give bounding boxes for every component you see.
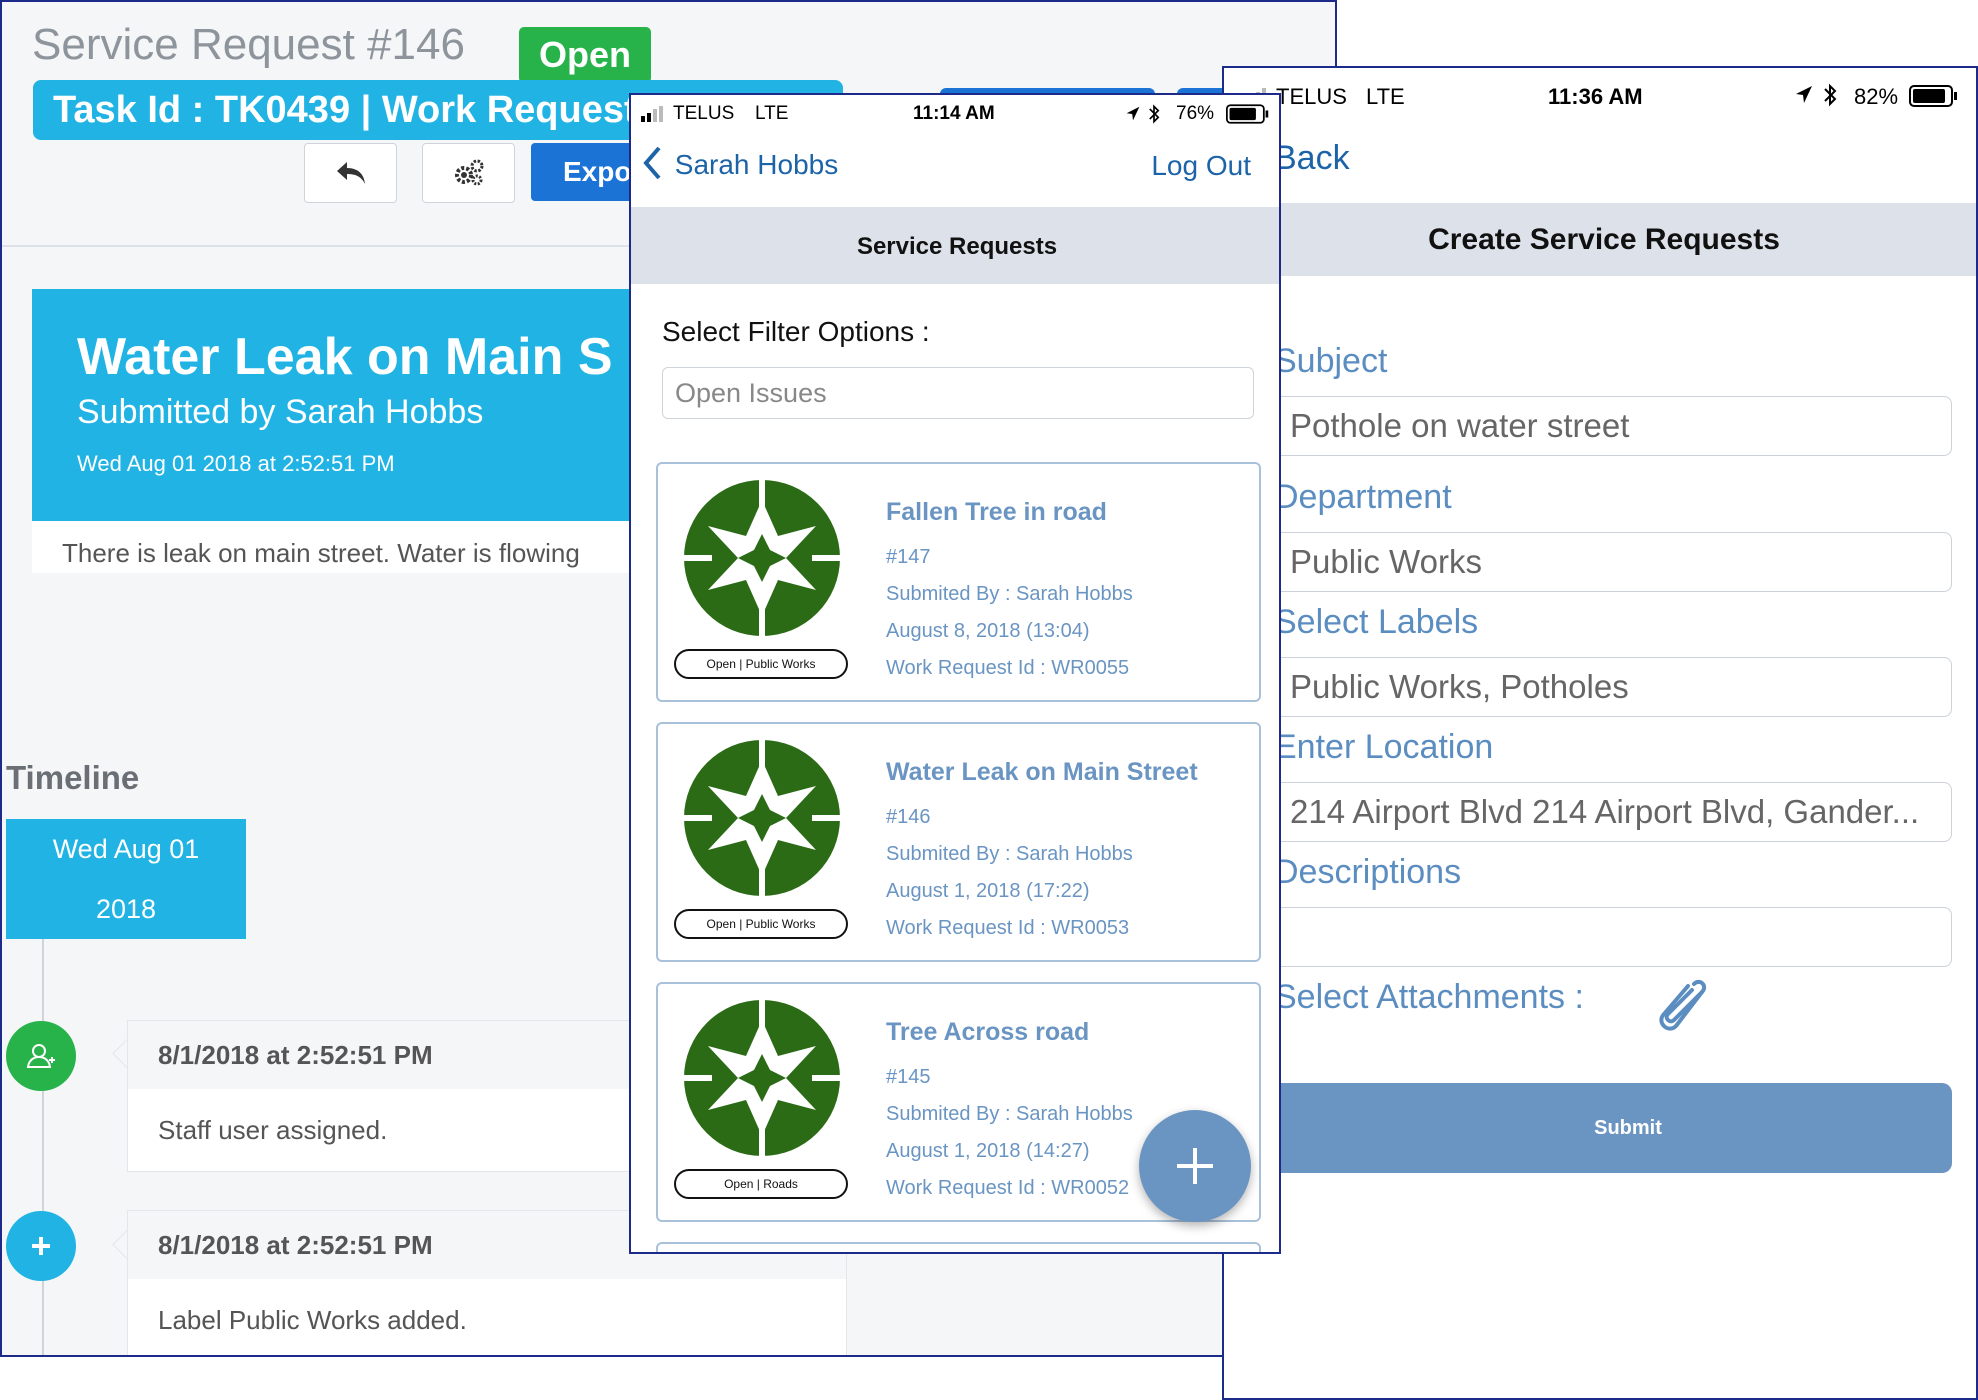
request-card[interactable]: Open | Public Works Fallen Tree in road … bbox=[656, 462, 1261, 702]
screen-title: Service Requests bbox=[856, 233, 1058, 260]
location-label: Enter Location bbox=[1274, 728, 1494, 766]
subject-label: Subject bbox=[1274, 342, 1388, 380]
request-date: August 1, 2018 (14:27) bbox=[886, 1140, 1090, 1162]
nav-title-bar: Create Service Requests bbox=[1224, 203, 1976, 276]
department-label: Department bbox=[1274, 478, 1452, 516]
request-number: #145 bbox=[886, 1066, 931, 1088]
request-submitter: Submitted by Sarah Hobbs bbox=[77, 393, 484, 431]
timeline-date-year: 2018 bbox=[95, 894, 157, 924]
phone-create-request: TELUS LTE 11:36 AM 82% Back Create Servi… bbox=[1222, 66, 1978, 1400]
back-button-label: Sarah Hobbs bbox=[674, 149, 839, 180]
request-description-text: There is leak on main street. Water is f… bbox=[62, 538, 580, 568]
request-card-partial[interactable] bbox=[656, 1242, 1261, 1252]
status-network: LTE bbox=[755, 103, 789, 124]
page-title: Service Request #146 bbox=[32, 20, 465, 69]
timeline-date: Wed Aug 01 2018 bbox=[6, 819, 246, 939]
request-submitter: Submited By : Sarah Hobbs bbox=[886, 1103, 1133, 1125]
back-button[interactable]: Back bbox=[1274, 139, 1350, 178]
submit-button[interactable]: Submit bbox=[1244, 1083, 1952, 1173]
bluetooth-icon bbox=[1824, 83, 1837, 107]
request-card[interactable]: Open | Public Works Water Leak on Main S… bbox=[656, 722, 1261, 962]
back-button[interactable]: Sarah Hobbs bbox=[643, 146, 838, 181]
timeline-date-day: Wed Aug 01 bbox=[52, 834, 200, 864]
request-work-id: Work Request Id : WR0053 bbox=[886, 917, 1130, 939]
chevron-left-icon bbox=[643, 146, 661, 180]
request-date: Wed Aug 01 2018 at 2:52:51 PM bbox=[77, 451, 395, 476]
labels-field[interactable]: Public Works, Potholes bbox=[1244, 657, 1952, 717]
request-title: Water Leak on Main Street bbox=[886, 758, 1198, 786]
plus-icon bbox=[6, 1211, 76, 1281]
status-carrier: TELUS bbox=[673, 103, 735, 124]
request-title: Tree Across road bbox=[886, 1018, 1090, 1046]
request-tag: Open | Public Works bbox=[674, 909, 848, 939]
timeline-entry-text: Label Public Works added. bbox=[158, 1305, 467, 1335]
logout-button[interactable]: Log Out bbox=[1151, 150, 1251, 182]
reply-icon bbox=[336, 162, 365, 184]
request-date: August 8, 2018 (13:04) bbox=[886, 620, 1090, 642]
location-field[interactable]: 214 Airport Blvd 214 Airport Blvd, Gande… bbox=[1244, 782, 1952, 842]
status-battery: 82% bbox=[1854, 84, 1899, 109]
status-carrier: TELUS bbox=[1276, 84, 1347, 109]
request-title: Water Leak on Main S bbox=[77, 328, 613, 386]
request-logo-icon bbox=[684, 480, 840, 636]
reply-button[interactable] bbox=[304, 143, 397, 203]
plus-icon bbox=[1177, 1148, 1213, 1184]
timeline-heading: Timeline bbox=[6, 759, 140, 796]
status-badge: Open bbox=[519, 27, 652, 83]
status-battery: 76% bbox=[1176, 103, 1215, 124]
location-icon bbox=[1796, 86, 1812, 103]
signal-icon bbox=[641, 106, 663, 122]
nav-title-bar: Service Requests bbox=[631, 207, 1279, 284]
request-submitter: Submited By : Sarah Hobbs bbox=[886, 583, 1133, 605]
labels-label: Select Labels bbox=[1274, 603, 1479, 641]
status-time: 11:14 AM bbox=[913, 103, 995, 124]
bluetooth-icon bbox=[1149, 104, 1160, 124]
filter-select[interactable]: Open Issues bbox=[662, 367, 1254, 419]
user-add-icon bbox=[6, 1021, 76, 1091]
descriptions-label: Descriptions bbox=[1274, 853, 1462, 891]
filter-label: Select Filter Options : bbox=[662, 316, 930, 347]
timeline-line bbox=[42, 939, 44, 1355]
gears-icon bbox=[454, 159, 483, 186]
request-tag: Open | Roads bbox=[674, 1169, 848, 1199]
paperclip-icon[interactable] bbox=[1654, 976, 1708, 1034]
phone-service-requests: TELUS LTE 11:14 AM 76% Sarah Hobbs Log O… bbox=[629, 93, 1281, 1254]
request-tag: Open | Public Works bbox=[674, 649, 848, 679]
descriptions-field[interactable] bbox=[1244, 907, 1952, 967]
request-title: Fallen Tree in road bbox=[886, 498, 1107, 526]
add-request-button[interactable] bbox=[1139, 1110, 1251, 1222]
request-date: August 1, 2018 (17:22) bbox=[886, 880, 1090, 902]
battery-icon bbox=[1226, 104, 1269, 124]
attachments-label: Select Attachments : bbox=[1274, 978, 1584, 1016]
subject-field[interactable]: Pothole on water street bbox=[1244, 396, 1952, 456]
request-logo-icon bbox=[684, 740, 840, 896]
request-logo-icon bbox=[684, 1000, 840, 1156]
request-number: #147 bbox=[886, 546, 931, 568]
status-network: LTE bbox=[1366, 84, 1405, 109]
status-time: 11:36 AM bbox=[1548, 84, 1643, 109]
battery-icon bbox=[1909, 85, 1957, 107]
screen-title: Create Service Requests bbox=[1428, 223, 1780, 256]
location-icon bbox=[1126, 106, 1140, 121]
settings-button[interactable] bbox=[422, 143, 515, 203]
request-work-id: Work Request Id : WR0052 bbox=[886, 1177, 1130, 1199]
request-submitter: Submited By : Sarah Hobbs bbox=[886, 843, 1133, 865]
department-field[interactable]: Public Works bbox=[1244, 532, 1952, 592]
request-work-id: Work Request Id : WR0055 bbox=[886, 657, 1130, 679]
request-number: #146 bbox=[886, 806, 931, 828]
